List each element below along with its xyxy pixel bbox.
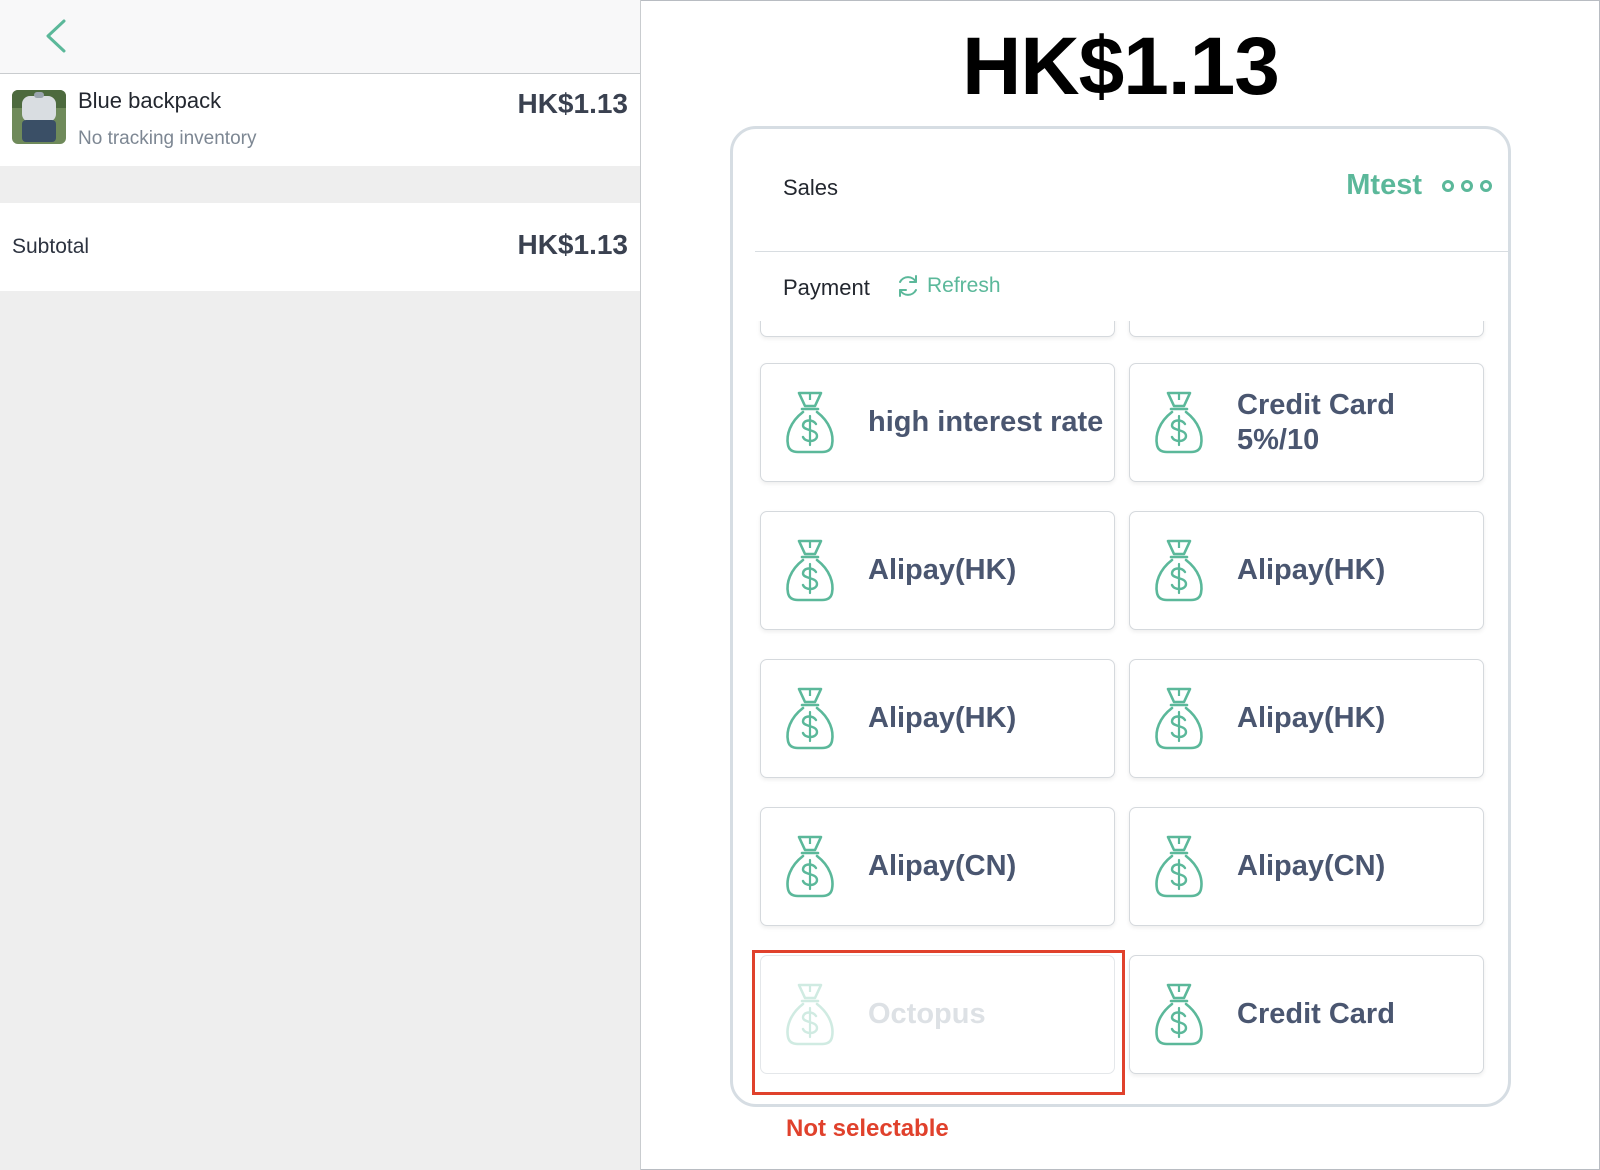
store-name[interactable]: Mtest — [1346, 169, 1422, 202]
annotation-highlight-box — [752, 950, 1125, 1095]
payment-method-card[interactable]: Credit Card 5%/10 — [1129, 363, 1484, 482]
payment-method-card-partial[interactable] — [760, 321, 1115, 337]
payment-method-label: Alipay(HK) — [868, 554, 1017, 587]
money-bag-icon — [1153, 831, 1205, 899]
money-bag-icon — [1153, 387, 1205, 455]
sales-label: Sales — [783, 175, 839, 200]
money-bag-icon — [1153, 535, 1205, 603]
payment-method-label: Alipay(CN) — [868, 850, 1017, 883]
payment-method-label: Alipay(HK) — [1237, 702, 1386, 735]
money-bag-icon — [1153, 683, 1205, 751]
payment-method-label: Credit Card 5%/10 — [1237, 388, 1395, 456]
total-amount: HK$1.13 — [962, 21, 1280, 112]
payment-method-card[interactable]: Alipay(HK) — [1129, 659, 1484, 778]
subtotal-label: Subtotal — [12, 235, 90, 258]
annotation-label: Not selectable — [786, 1115, 949, 1142]
money-bag-icon — [784, 535, 836, 603]
cart-pane: Blue backpack No tracking inventory HK$1… — [0, 0, 641, 1170]
more-dot — [1480, 180, 1492, 192]
payment-method-card[interactable]: Alipay(HK) — [1129, 511, 1484, 630]
cart-item-row[interactable]: Blue backpack No tracking inventory HK$1… — [0, 74, 640, 166]
refresh-label: Refresh — [927, 274, 1001, 297]
more-dots-icon — [1442, 180, 1454, 192]
item-price: HK$1.13 — [517, 88, 628, 119]
payment-method-label: Alipay(HK) — [1237, 554, 1386, 587]
divider — [755, 251, 1508, 252]
payment-method-label: Credit Card — [1237, 998, 1395, 1031]
payment-label: Payment — [783, 275, 870, 300]
more-options-button[interactable] — [1442, 173, 1492, 199]
payment-method-label: Alipay(HK) — [868, 702, 1017, 735]
subtotal-value: HK$1.13 — [517, 229, 628, 260]
payment-method-card[interactable]: Alipay(HK) — [760, 511, 1115, 630]
item-subtitle: No tracking inventory — [78, 128, 257, 149]
payment-method-card[interactable]: Alipay(CN) — [760, 807, 1115, 926]
payment-method-label: high interest rate — [868, 406, 1104, 439]
payment-method-card[interactable]: Alipay(CN) — [1129, 807, 1484, 926]
refresh-button[interactable]: Refresh — [895, 273, 1001, 299]
more-dot — [1461, 180, 1473, 192]
payment-method-label: Alipay(CN) — [1237, 850, 1386, 883]
money-bag-icon — [784, 387, 836, 455]
chevron-left-icon — [46, 19, 66, 53]
money-bag-icon — [784, 831, 836, 899]
item-name: Blue backpack — [78, 88, 222, 113]
payment-method-card[interactable]: high interest rate — [760, 363, 1115, 482]
money-bag-icon — [1153, 979, 1205, 1047]
subtotal-row: Subtotal HK$1.13 — [0, 203, 640, 291]
payment-method-card-partial[interactable] — [1129, 321, 1484, 337]
money-bag-icon — [784, 683, 836, 751]
payment-method-card[interactable]: Credit Card — [1129, 955, 1484, 1074]
refresh-icon — [899, 275, 917, 297]
back-button[interactable] — [36, 14, 80, 58]
product-thumbnail — [12, 90, 66, 144]
cart-header — [0, 0, 640, 74]
payment-method-card[interactable]: Alipay(HK) — [760, 659, 1115, 778]
